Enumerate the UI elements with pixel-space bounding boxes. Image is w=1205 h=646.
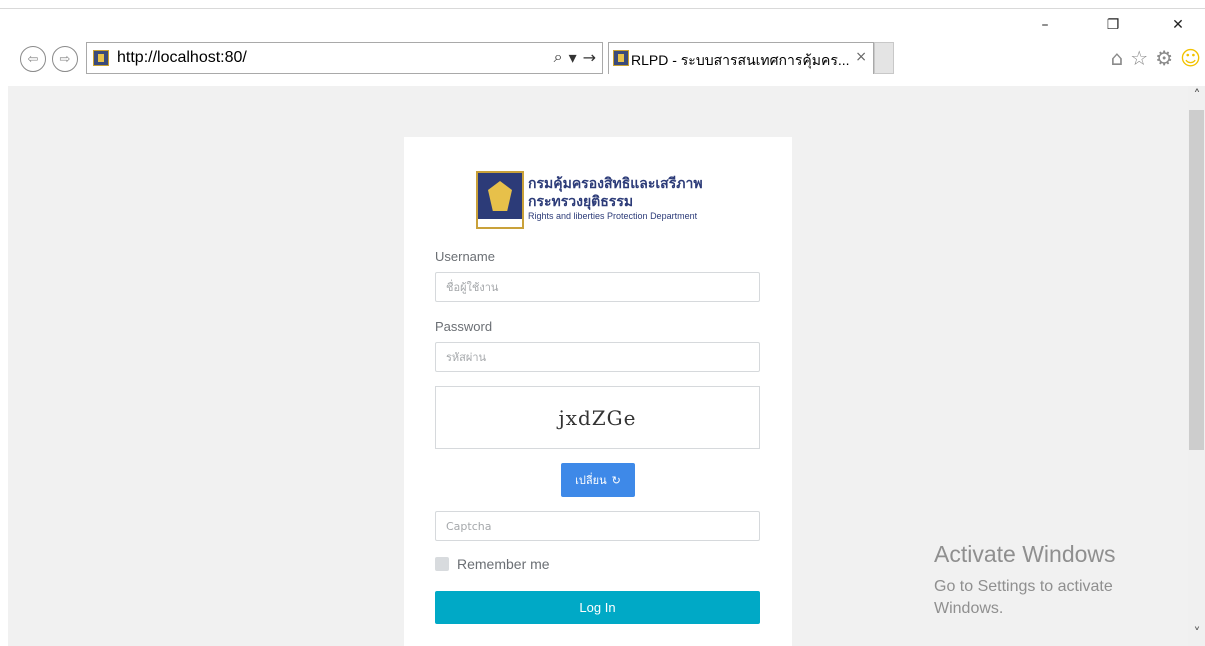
restore-button[interactable]: ❐ bbox=[1098, 14, 1128, 36]
window-frame bbox=[0, 8, 1205, 9]
forward-button[interactable]: ⇨ bbox=[52, 46, 78, 72]
change-captcha-button[interactable]: เปลี่ยน ↻ bbox=[561, 463, 635, 497]
browser-tab[interactable]: RLPD - ระบบสารสนเทศการคุ้มคร... × bbox=[608, 42, 874, 74]
login-button[interactable]: Log In bbox=[435, 591, 760, 624]
logo-thai-line2: กระทรวงยุติธรรม bbox=[528, 194, 634, 210]
site-favicon-icon bbox=[93, 50, 109, 66]
watermark-subtitle: Go to Settings to activate Windows. bbox=[934, 578, 1113, 617]
tab-favicon-icon bbox=[613, 50, 629, 66]
watermark-title: Activate Windows bbox=[934, 541, 1116, 567]
password-label: Password bbox=[435, 319, 493, 334]
login-card: กรมคุ้มครองสิทธิและเสรีภาพ กระทรวงยุติธร… bbox=[404, 137, 792, 646]
change-button-label: เปลี่ยน bbox=[575, 474, 607, 487]
home-icon[interactable]: ⌂ bbox=[1111, 46, 1124, 70]
tab-title: RLPD - ระบบสารสนเทศการคุ้มคร... bbox=[631, 52, 850, 68]
smiley-icon[interactable]: ☺ bbox=[1180, 46, 1201, 70]
remember-label: Remember me bbox=[457, 556, 550, 572]
captcha-input[interactable] bbox=[435, 511, 760, 541]
username-input[interactable] bbox=[435, 272, 760, 302]
scroll-up-icon[interactable]: ˄ bbox=[1190, 88, 1204, 104]
captcha-image: jxdZGe bbox=[435, 386, 760, 449]
scroll-thumb[interactable] bbox=[1189, 110, 1204, 450]
window-left-edge bbox=[0, 86, 8, 646]
username-label: Username bbox=[435, 249, 495, 264]
gear-icon[interactable]: ⚙ bbox=[1155, 46, 1173, 70]
address-tools: ⌕ ▾ → bbox=[554, 47, 596, 67]
search-icon[interactable]: ⌕ bbox=[554, 47, 563, 67]
forward-arrow-icon: ⇨ bbox=[59, 51, 71, 67]
close-window-button[interactable]: ✕ bbox=[1163, 14, 1193, 36]
vertical-scrollbar[interactable]: ˄ ˅ bbox=[1188, 86, 1205, 646]
department-logo: กรมคุ้มครองสิทธิและเสรีภาพ กระทรวงยุติธร… bbox=[476, 171, 726, 229]
star-icon[interactable]: ☆ bbox=[1130, 46, 1148, 70]
password-input[interactable] bbox=[435, 342, 760, 372]
scroll-down-icon[interactable]: ˅ bbox=[1190, 626, 1204, 642]
logo-english: Rights and liberties Protection Departme… bbox=[528, 211, 698, 221]
browser-chrome: – ❐ ✕ ⇦ ⇨ http://localhost:80/ ⌕ ▾ → RLP… bbox=[0, 0, 1205, 86]
go-arrow-icon[interactable]: → bbox=[583, 48, 596, 67]
captcha-code: jxdZGe bbox=[558, 405, 637, 430]
new-tab-button[interactable] bbox=[874, 42, 894, 74]
emblem-icon bbox=[476, 171, 524, 229]
back-button[interactable]: ⇦ bbox=[20, 46, 46, 72]
toolbar-icons: ⌂ ☆ ⚙ ☺ bbox=[1111, 46, 1201, 70]
refresh-icon: ↻ bbox=[611, 473, 621, 487]
remember-me[interactable]: Remember me bbox=[435, 556, 550, 572]
activate-windows-watermark: Activate Windows Go to Settings to activ… bbox=[934, 541, 1154, 620]
address-bar[interactable]: http://localhost:80/ ⌕ ▾ → bbox=[86, 42, 603, 74]
minimize-button[interactable]: – bbox=[1030, 14, 1060, 36]
dropdown-icon[interactable]: ▾ bbox=[569, 48, 577, 67]
back-arrow-icon: ⇦ bbox=[27, 51, 39, 67]
remember-checkbox[interactable] bbox=[435, 557, 449, 571]
tab-close-icon[interactable]: × bbox=[855, 49, 867, 65]
address-url[interactable]: http://localhost:80/ bbox=[117, 49, 247, 67]
